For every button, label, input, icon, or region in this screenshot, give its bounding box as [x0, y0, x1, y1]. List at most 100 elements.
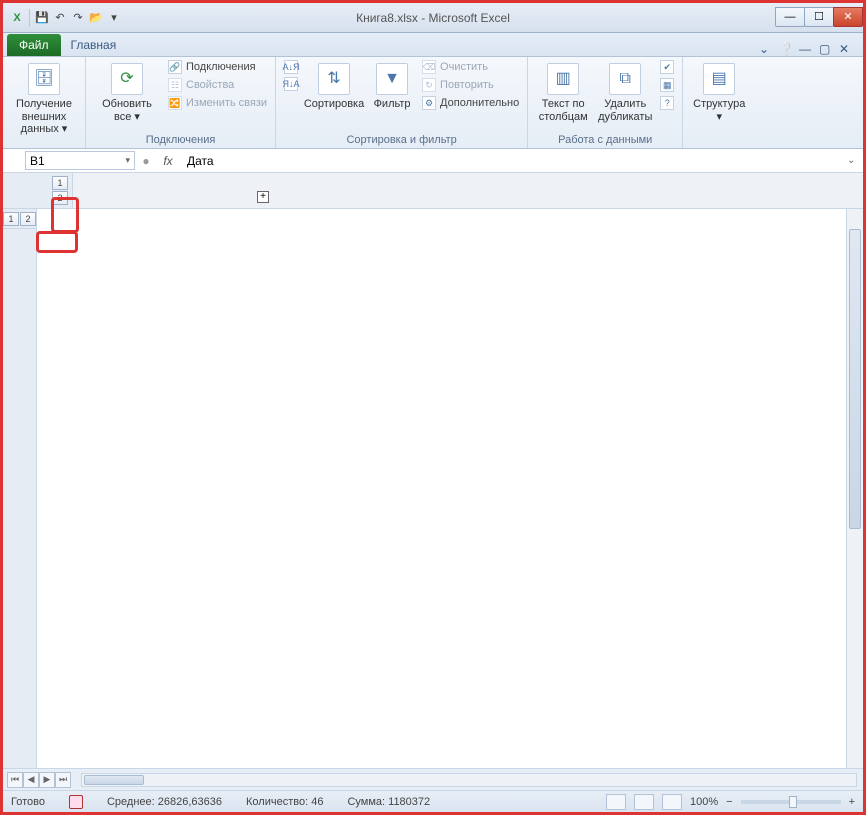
zoom-out-button[interactable]: −: [726, 796, 732, 808]
formula-input[interactable]: [183, 152, 829, 170]
status-ready: Готово: [11, 796, 45, 808]
quick-access-toolbar: X 💾 ↶ ↷ 📂 ▾: [3, 9, 128, 27]
tab-file[interactable]: Файл: [7, 34, 61, 56]
tab-nav-first[interactable]: ⏮: [7, 772, 23, 788]
data-validation-button[interactable]: ✔: [658, 59, 676, 75]
window-title: Книга8.xlsx - Microsoft Excel: [3, 11, 863, 25]
col-outline-level-1[interactable]: 1: [52, 176, 68, 190]
edit-links-button[interactable]: 🔀Изменить связи: [166, 95, 269, 111]
view-pagebreak-button[interactable]: [662, 794, 682, 810]
save-icon[interactable]: 💾: [34, 10, 50, 26]
group-sort-filter: А↓Я Я↓А ⇅ Сортировка ▼ Фильтр ⌫Очистить …: [276, 57, 528, 148]
status-average: Среднее: 26826,63636: [107, 796, 222, 808]
edit-links-icon: 🔀: [168, 96, 182, 110]
external-data-icon: 🗄: [28, 63, 60, 95]
status-count: Количество: 46: [246, 796, 323, 808]
tab-nav-last[interactable]: ⏭: [55, 772, 71, 788]
horizontal-scrollbar[interactable]: [81, 773, 857, 787]
worksheet-area: 1 2: [3, 209, 863, 768]
connections-button[interactable]: 🔗Подключения: [166, 59, 269, 75]
get-external-data-button[interactable]: 🗄 Получение внешних данных ▾: [9, 59, 79, 138]
zoom-level: 100%: [690, 796, 718, 808]
tab-главная[interactable]: Главная: [63, 34, 125, 56]
remove-dup-icon: ⧉: [609, 63, 641, 95]
tab-nav-next[interactable]: ▶: [39, 772, 55, 788]
fx-icon[interactable]: fx: [159, 154, 177, 168]
sort-za-icon: Я↓А: [284, 77, 298, 91]
vertical-scrollbar[interactable]: [846, 209, 863, 768]
chevron-down-icon[interactable]: ▾: [125, 155, 130, 166]
qat-dropdown-icon[interactable]: ▾: [106, 10, 122, 26]
col-outline-level-2[interactable]: 2: [52, 191, 68, 205]
doc-min-icon[interactable]: —: [799, 42, 813, 56]
group-data-tools: ▥ Текст по столбцам ⧉ Удалить дубликаты …: [528, 57, 683, 148]
minimize-button[interactable]: —: [775, 7, 805, 27]
doc-restore-icon[interactable]: ▢: [819, 42, 833, 56]
consolidate-icon: ▦: [660, 78, 674, 92]
redo-icon[interactable]: ↷: [70, 10, 86, 26]
connections-icon: 🔗: [168, 60, 182, 74]
reapply-icon: ↻: [422, 78, 436, 92]
sort-button[interactable]: ⇅ Сортировка: [304, 59, 364, 113]
advanced-icon: ⚙: [422, 96, 436, 110]
excel-icon: X: [9, 10, 25, 26]
macro-record-icon[interactable]: [69, 795, 83, 809]
name-box[interactable]: B1 ▾: [25, 151, 135, 170]
open-icon[interactable]: 📂: [88, 10, 104, 26]
undo-icon[interactable]: ↶: [52, 10, 68, 26]
zoom-slider[interactable]: [741, 800, 841, 804]
excel-window: X 💾 ↶ ↷ 📂 ▾ Книга8.xlsx - Microsoft Exce…: [3, 3, 863, 812]
group-connections: ⟳ Обновить все ▾ 🔗Подключения ☷Свойства …: [86, 57, 276, 148]
consolidate-button[interactable]: ▦: [658, 77, 676, 93]
clear-filter-button[interactable]: ⌫Очистить: [420, 59, 521, 75]
text-to-columns-icon: ▥: [547, 63, 579, 95]
doc-close-icon[interactable]: ✕: [839, 42, 853, 56]
reapply-filter-button[interactable]: ↻Повторить: [420, 77, 521, 93]
remove-duplicates-button[interactable]: ⧉ Удалить дубликаты: [596, 59, 654, 125]
status-sum: Сумма: 1180372: [347, 796, 430, 808]
properties-icon: ☷: [168, 78, 182, 92]
row-outline-level-2[interactable]: 2: [20, 212, 36, 226]
refresh-icon: ⟳: [111, 63, 143, 95]
outline-icon: ▤: [703, 63, 735, 95]
filter-button[interactable]: ▼ Фильтр: [368, 59, 416, 113]
text-to-columns-button[interactable]: ▥ Текст по столбцам: [534, 59, 592, 125]
view-normal-button[interactable]: [606, 794, 626, 810]
minimize-ribbon-icon[interactable]: ⌄: [759, 42, 773, 56]
refresh-all-button[interactable]: ⟳ Обновить все ▾: [92, 59, 162, 125]
whatif-icon: ?: [660, 96, 674, 110]
properties-button[interactable]: ☷Свойства: [166, 77, 269, 93]
sort-az-icon: А↓Я: [284, 60, 298, 74]
maximize-button[interactable]: ☐: [804, 7, 834, 27]
outline-button[interactable]: ▤ Структура ▾: [689, 59, 749, 125]
window-controls: — ☐ ✕: [776, 7, 863, 29]
ribbon: 🗄 Получение внешних данных ▾ ⟳ Обновить …: [3, 57, 863, 149]
sheet-tab-strip: ⏮ ◀ ▶ ⏭: [3, 768, 863, 790]
row-outline-level-1[interactable]: 1: [3, 212, 19, 226]
cancel-formula-icon[interactable]: ●: [139, 154, 153, 168]
validation-icon: ✔: [660, 60, 674, 74]
title-bar: X 💾 ↶ ↷ 📂 ▾ Книга8.xlsx - Microsoft Exce…: [3, 3, 863, 33]
group-outline: ▤ Структура ▾: [683, 57, 755, 148]
advanced-filter-button[interactable]: ⚙Дополнительно: [420, 95, 521, 111]
clear-icon: ⌫: [422, 60, 436, 74]
filter-icon: ▼: [376, 63, 408, 95]
view-layout-button[interactable]: [634, 794, 654, 810]
ribbon-tabs: Файл Главная ⌄ ❔ — ▢ ✕: [3, 33, 863, 57]
grid[interactable]: [37, 209, 863, 768]
whatif-button[interactable]: ?: [658, 95, 676, 111]
zoom-in-button[interactable]: +: [849, 796, 855, 808]
help-icon[interactable]: ❔: [779, 42, 793, 56]
formula-bar: B1 ▾ ● fx ⌄: [3, 149, 863, 173]
sort-za-button[interactable]: Я↓А: [282, 76, 300, 92]
column-outline-bar: 1 2 +: [3, 173, 863, 209]
close-button[interactable]: ✕: [833, 7, 863, 27]
col-group-expand-button[interactable]: +: [257, 191, 269, 203]
group-external-data: 🗄 Получение внешних данных ▾: [3, 57, 86, 148]
expand-formula-icon[interactable]: ⌄: [847, 155, 863, 166]
status-bar: Готово Среднее: 26826,63636 Количество: …: [3, 790, 863, 812]
name-box-value: B1: [30, 154, 45, 168]
row-outline-bar: 1 2: [3, 209, 37, 768]
tab-nav-prev[interactable]: ◀: [23, 772, 39, 788]
sort-az-button[interactable]: А↓Я: [282, 59, 300, 75]
